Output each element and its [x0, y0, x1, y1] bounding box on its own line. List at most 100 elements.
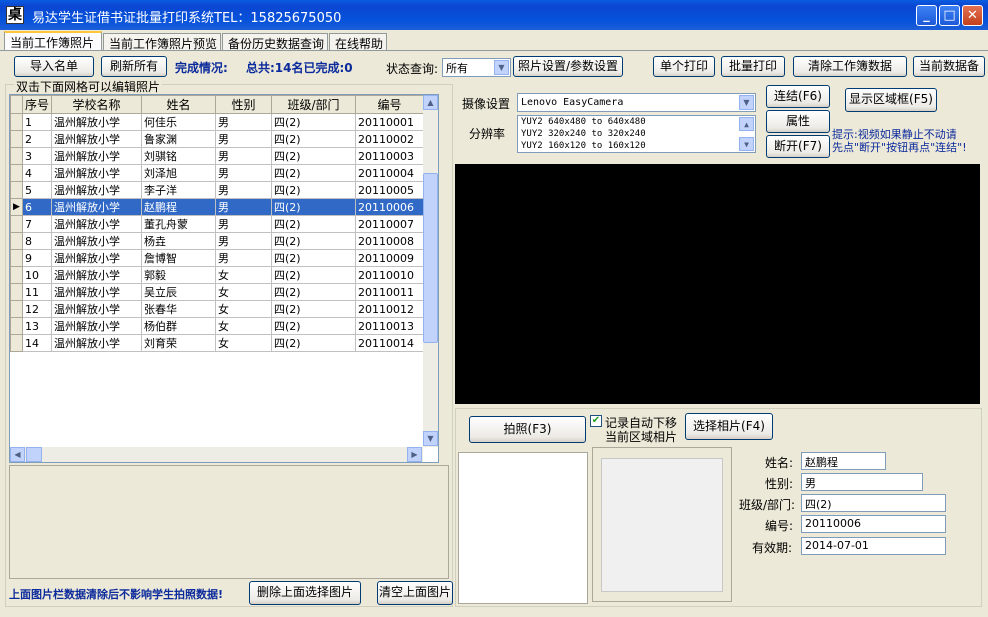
table-row[interactable]: 4 温州解放小学 刘泽旭男四(2) 20110004 [10, 164, 424, 182]
clear-workbook-button[interactable]: 清除工作簿数据 [793, 56, 907, 77]
student-class-field[interactable]: 四(2) [801, 494, 946, 512]
row-id[interactable]: 20110009 [355, 249, 424, 267]
row-class[interactable]: 四(2) [271, 164, 356, 182]
row-id[interactable]: 20110011 [355, 283, 424, 301]
tab-backup-query[interactable]: 备份历史数据查询 [222, 33, 328, 51]
row-id[interactable]: 20110008 [355, 232, 424, 250]
camera-preview[interactable] [455, 164, 980, 404]
row-school[interactable]: 温州解放小学 [51, 198, 142, 216]
clear-photos-button[interactable]: 清空上面图片 [377, 581, 453, 605]
row-index[interactable]: 12 [22, 300, 52, 318]
table-row[interactable]: 13 温州解放小学 杨伯群女四(2) 20110013 [10, 317, 424, 335]
table-row[interactable]: 5 温州解放小学 李子洋男四(2) 20110005 [10, 181, 424, 199]
row-class[interactable]: 四(2) [271, 130, 356, 148]
photo-settings-button[interactable]: 照片设置/参数设置 [513, 56, 623, 77]
row-school[interactable]: 温州解放小学 [51, 283, 142, 301]
row-id[interactable]: 20110006 [355, 198, 424, 216]
resolution-option[interactable]: YUY2 160x120 to 160x120 [521, 140, 752, 152]
status-filter-select[interactable]: 所有 ▼ [442, 58, 511, 77]
connect-camera-button[interactable]: 连结(F6) [766, 85, 830, 108]
table-row[interactable]: 7 温州解放小学 董孔舟蒙男四(2) 20110007 [10, 215, 424, 233]
row-indicator[interactable] [10, 130, 23, 148]
row-name[interactable]: 何佳乐 [141, 113, 216, 131]
row-class[interactable]: 四(2) [271, 300, 356, 318]
row-index[interactable]: 1 [22, 113, 52, 131]
row-name[interactable]: 李子洋 [141, 181, 216, 199]
row-indicator[interactable] [10, 249, 23, 267]
grid-vscroll-thumb[interactable] [423, 173, 438, 343]
backup-data-button[interactable]: 当前数据备 [913, 56, 985, 77]
row-gender[interactable]: 女 [215, 283, 272, 301]
row-gender[interactable]: 男 [215, 249, 272, 267]
row-name[interactable]: 杨垚 [141, 232, 216, 250]
row-gender[interactable]: 男 [215, 232, 272, 250]
row-id[interactable]: 20110004 [355, 164, 424, 182]
row-id[interactable]: 20110001 [355, 113, 424, 131]
row-index[interactable]: 4 [22, 164, 52, 182]
row-gender[interactable]: 男 [215, 164, 272, 182]
student-expiry-field[interactable]: 2014-07-01 [801, 537, 946, 555]
refresh-all-button[interactable]: 刷新所有 [101, 56, 167, 77]
row-school[interactable]: 温州解放小学 [51, 181, 142, 199]
row-id[interactable]: 20110003 [355, 147, 424, 165]
row-class[interactable]: 四(2) [271, 147, 356, 165]
table-row[interactable]: 3 温州解放小学 刘骐铭男四(2) 20110003 [10, 147, 424, 165]
row-school[interactable]: 温州解放小学 [51, 317, 142, 335]
row-name[interactable]: 鲁家渊 [141, 130, 216, 148]
tab-workbook-photos[interactable]: 当前工作簿照片 [4, 31, 102, 51]
row-index[interactable]: 8 [22, 232, 52, 250]
row-id[interactable]: 20110012 [355, 300, 424, 318]
row-gender[interactable]: 男 [215, 198, 272, 216]
row-indicator[interactable] [10, 164, 23, 182]
row-indicator[interactable] [10, 266, 23, 284]
scroll-down-icon[interactable]: ▼ [423, 431, 438, 446]
row-class[interactable]: 四(2) [271, 215, 356, 233]
row-school[interactable]: 温州解放小学 [51, 266, 142, 284]
photo-strip[interactable] [9, 465, 449, 579]
row-name[interactable]: 杨伯群 [141, 317, 216, 335]
row-indicator[interactable] [10, 283, 23, 301]
row-school[interactable]: 温州解放小学 [51, 113, 142, 131]
resolution-list[interactable]: YUY2 640x480 to 640x480 YUY2 320x240 to … [517, 115, 756, 153]
col-header-class[interactable]: 班级/部门 [271, 95, 356, 114]
row-name[interactable]: 郭毅 [141, 266, 216, 284]
row-id[interactable]: 20110010 [355, 266, 424, 284]
row-index[interactable]: 10 [22, 266, 52, 284]
tab-online-help[interactable]: 在线帮助 [329, 33, 387, 51]
row-index[interactable]: 14 [22, 334, 52, 352]
student-name-field[interactable]: 赵鹏程 [801, 452, 886, 470]
row-indicator[interactable] [10, 300, 23, 318]
row-gender[interactable]: 男 [215, 181, 272, 199]
row-gender[interactable]: 女 [215, 317, 272, 335]
row-pointer-icon[interactable]: ▶ [10, 198, 23, 216]
col-header-name[interactable]: 姓名 [141, 95, 216, 114]
table-row[interactable]: 10 温州解放小学 郭毅女四(2) 20110010 [10, 266, 424, 284]
row-school[interactable]: 温州解放小学 [51, 164, 142, 182]
tab-photo-preview[interactable]: 当前工作簿照片预览 [103, 33, 221, 51]
row-name[interactable]: 吴立辰 [141, 283, 216, 301]
row-gender[interactable]: 男 [215, 130, 272, 148]
table-row[interactable]: 9 温州解放小学 詹博智男四(2) 20110009 [10, 249, 424, 267]
row-gender[interactable]: 男 [215, 215, 272, 233]
col-header-index[interactable]: 序号 [22, 95, 52, 114]
resolution-option[interactable]: YUY2 640x480 to 640x480 [521, 116, 752, 128]
row-index[interactable]: 2 [22, 130, 52, 148]
row-gender[interactable]: 男 [215, 113, 272, 131]
col-header-school[interactable]: 学校名称 [51, 95, 142, 114]
row-indicator[interactable] [10, 215, 23, 233]
student-grid[interactable]: 序号 学校名称 姓名 性别 班级/部门 编号 1 温州解放小学 何佳乐男四(2) 20… [9, 94, 439, 463]
row-class[interactable]: 四(2) [271, 317, 356, 335]
row-id[interactable]: 20110005 [355, 181, 424, 199]
row-index[interactable]: 7 [22, 215, 52, 233]
scroll-left-icon[interactable]: ◀ [10, 447, 25, 462]
auto-move-checkbox[interactable]: ✔ [590, 415, 602, 427]
table-row[interactable]: 14 温州解放小学 刘育荣女四(2) 20110014 [10, 334, 424, 352]
grid-horizontal-scrollbar[interactable]: ◀ ▶ [10, 447, 423, 462]
table-row[interactable]: 12 温州解放小学 张春华女四(2) 20110012 [10, 300, 424, 318]
chevron-down-icon[interactable]: ▼ [494, 60, 509, 75]
row-class[interactable]: 四(2) [271, 198, 356, 216]
camera-device-select[interactable]: Lenovo EasyCamera ▼ [517, 93, 756, 112]
row-school[interactable]: 温州解放小学 [51, 130, 142, 148]
close-icon[interactable]: ✕ [962, 5, 983, 26]
grid-vertical-scrollbar[interactable]: ▲ ▼ [423, 95, 438, 447]
